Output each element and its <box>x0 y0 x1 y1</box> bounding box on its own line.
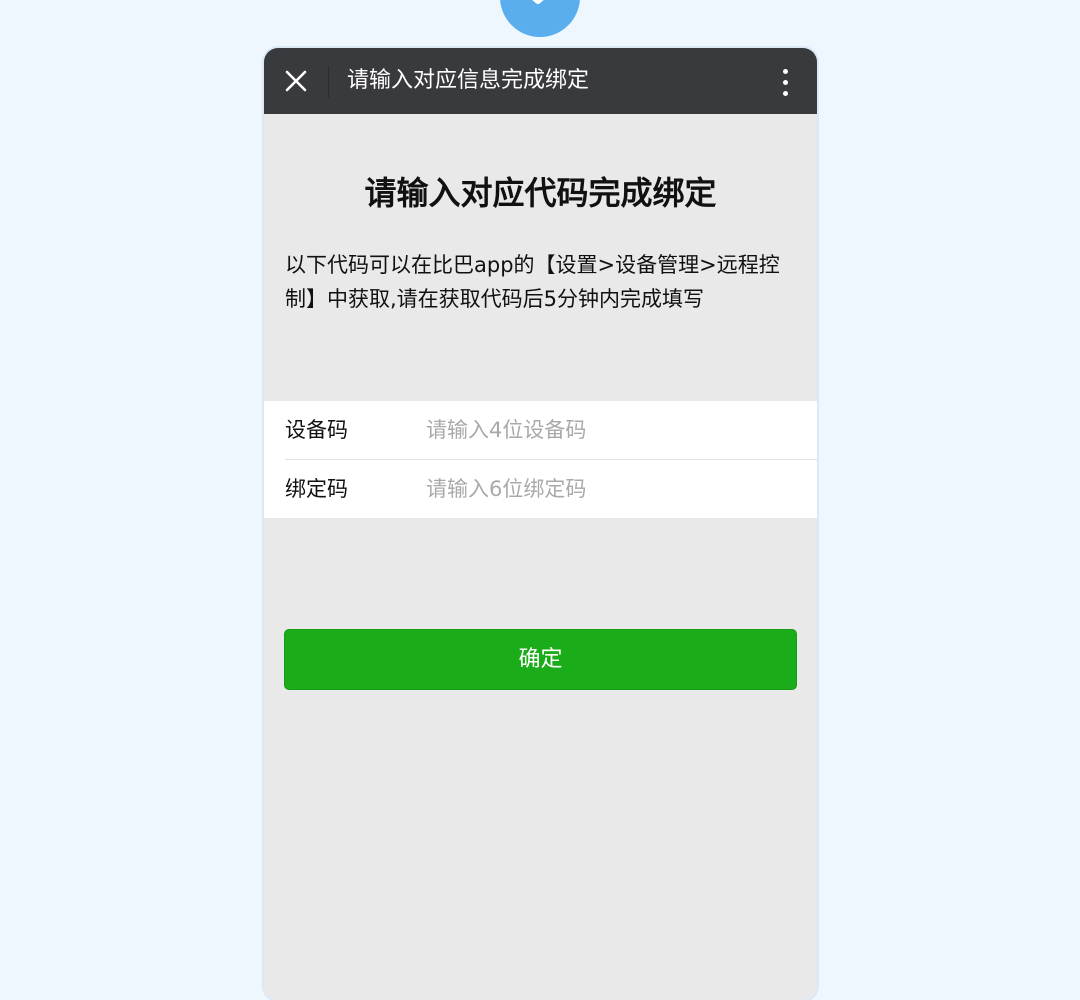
dialog-window: 请输入对应信息完成绑定 请输入对应代码完成绑定 以下代码可以在比巴app的【设置… <box>264 48 817 1000</box>
bind-code-row: 绑定码 <box>264 460 817 518</box>
page-heading: 请输入对应代码完成绑定 <box>364 174 717 212</box>
top-badge-check-icon <box>500 0 580 37</box>
window-title: 请输入对应信息完成绑定 <box>347 68 590 93</box>
more-menu-button[interactable] <box>768 62 804 102</box>
binding-form: 设备码 绑定码 <box>264 401 817 518</box>
confirm-button[interactable]: 确定 <box>284 629 797 690</box>
instructions-text: 以下代码可以在比巴app的【设置>设备管理>远程控制】中获取,请在获取代码后5分… <box>285 253 780 311</box>
bind-code-input[interactable] <box>424 468 798 510</box>
close-button[interactable] <box>276 61 316 101</box>
device-code-input[interactable] <box>424 409 798 451</box>
title-bar: 请输入对应信息完成绑定 <box>264 48 817 114</box>
close-icon <box>285 70 307 92</box>
device-code-row: 设备码 <box>264 401 817 460</box>
device-code-label: 设备码 <box>285 418 348 442</box>
bind-code-label: 绑定码 <box>285 477 348 501</box>
title-divider <box>328 66 329 98</box>
